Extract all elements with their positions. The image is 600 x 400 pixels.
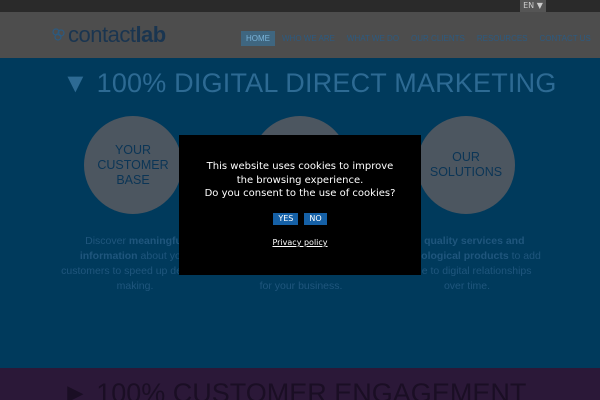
logo-text: contactlab xyxy=(68,22,166,47)
nav-contact-us[interactable]: CONTACT US xyxy=(535,31,596,46)
nav-home[interactable]: HOME xyxy=(241,31,275,46)
section-headline: ▼ 100% DIGITAL DIRECT MARKETING xyxy=(62,68,557,98)
privacy-policy-link[interactable]: Privacy policy xyxy=(179,238,421,247)
nav-our-clients[interactable]: OUR CLIENTS xyxy=(406,31,470,46)
circle-label: OUR SOLUTIONS xyxy=(429,150,503,179)
main-nav: HOME WHO WE ARE WHAT WE DO OUR CLIENTS R… xyxy=(241,31,598,46)
cookie-no-button[interactable]: NO xyxy=(304,213,327,225)
language-selector[interactable]: EN ▼ xyxy=(520,0,546,12)
logo-rings-icon xyxy=(52,28,65,41)
nav-resources[interactable]: RESOURCES xyxy=(472,31,533,46)
customer-base-circle[interactable]: YOUR CUSTOMER BASE xyxy=(84,116,182,214)
middle-description: for your business. xyxy=(259,280,343,292)
cookie-yes-button[interactable]: YES xyxy=(273,213,299,225)
contactlab-logo[interactable]: contactlab xyxy=(52,20,166,50)
cookie-buttons: YES NO xyxy=(179,213,421,225)
nav-what-we-do[interactable]: WHAT WE DO xyxy=(342,31,404,46)
our-solutions-circle[interactable]: OUR SOLUTIONS xyxy=(417,116,515,214)
nav-who-we-are[interactable]: WHO WE ARE xyxy=(277,31,340,46)
top-utility-bar: EN ▼ xyxy=(0,0,600,12)
circle-label: YOUR CUSTOMER BASE xyxy=(97,142,169,187)
site-header: contactlab HOME WHO WE ARE WHAT WE DO OU… xyxy=(0,12,600,58)
cookie-consent-dialog: This website uses cookies to improve the… xyxy=(179,135,421,275)
cookie-message: This website uses cookies to improve the… xyxy=(204,161,396,199)
section2-headline: ► 100% CUSTOMER ENGAGEMENT xyxy=(62,378,527,400)
customer-engagement-section: ► 100% CUSTOMER ENGAGEMENT xyxy=(0,368,600,400)
